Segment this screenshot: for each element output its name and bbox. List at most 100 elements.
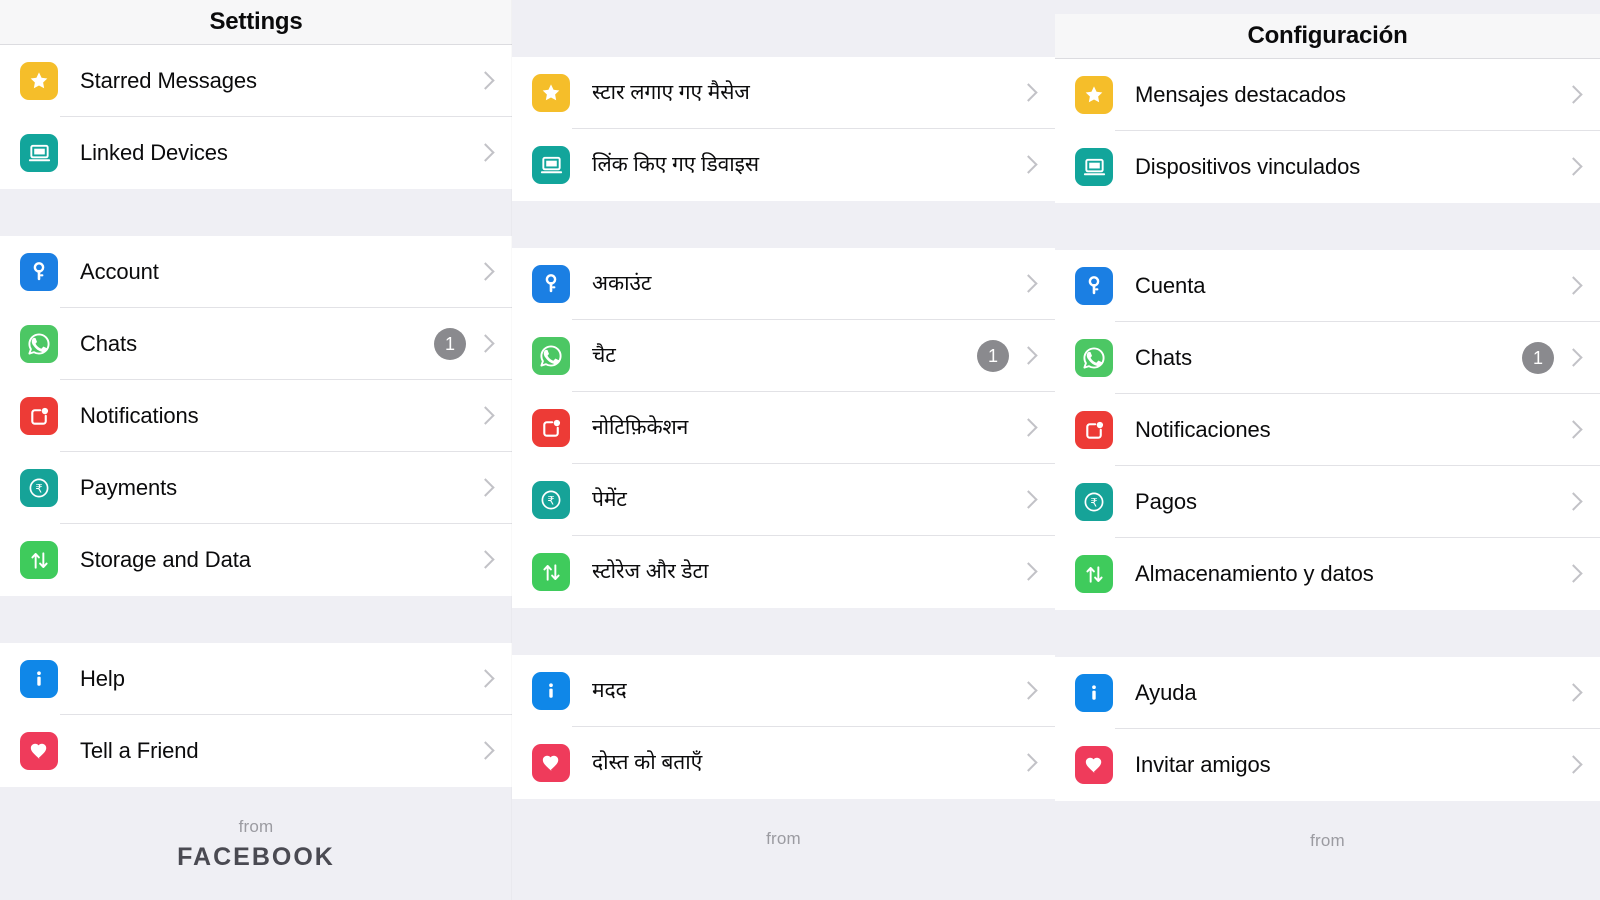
whatsapp-icon [532, 337, 570, 375]
settings-row-key[interactable]: अकाउंट [512, 248, 1055, 320]
section-gap [512, 201, 1055, 248]
footer-branding: from [512, 799, 1055, 849]
storage-icon [1075, 555, 1113, 593]
star-icon [1075, 76, 1113, 114]
status-badge: 1 [977, 340, 1009, 372]
chevron-right-icon [478, 476, 492, 500]
chevron-right-icon [478, 739, 492, 763]
settings-row-whatsapp[interactable]: Chats 1 [1055, 322, 1600, 394]
chevron-right-icon [1021, 416, 1035, 440]
settings-row-storage[interactable]: स्टोरेज और डेटा [512, 536, 1055, 608]
settings-row-info[interactable]: Ayuda [1055, 657, 1600, 729]
chevron-right-icon [1021, 560, 1035, 584]
footer-brand-label: FACEBOOK [177, 843, 335, 871]
settings-row-notifications[interactable]: Notificaciones [1055, 394, 1600, 466]
settings-row-label: Notificaciones [1135, 417, 1271, 442]
settings-row-label: Dispositivos vinculados [1135, 154, 1361, 179]
settings-row-label: Starred Messages [80, 68, 257, 93]
settings-row-whatsapp[interactable]: चैट 1 [512, 320, 1055, 392]
settings-group-group-main: अकाउंट चैट 1 नोटिफ़िकेशन ₹ पेमेंट स्टोरेज और ड… [512, 248, 1055, 608]
linked-devices-icon [532, 146, 570, 184]
chevron-right-icon [1566, 155, 1580, 179]
settings-row-label: Tell a Friend [80, 738, 199, 763]
settings-row-label: स्टोरेज और डेटा [592, 559, 709, 583]
settings-panel-english: Settings Starred Messages Linked Devices Ac… [0, 0, 512, 900]
settings-row-label: Chats [1135, 345, 1192, 370]
settings-row-linked-devices[interactable]: Dispositivos vinculados [1055, 131, 1600, 203]
linked-devices-icon [1075, 148, 1113, 186]
svg-text:₹: ₹ [35, 482, 42, 496]
settings-row-label: Invitar amigos [1135, 752, 1271, 777]
key-icon [532, 265, 570, 303]
settings-panel-spanish: Configuración Mensajes destacados Disposit… [1055, 0, 1600, 900]
chevron-right-icon [1566, 681, 1580, 705]
chevron-right-icon [1566, 753, 1580, 777]
settings-group-group-main: Account Chats 1 Notifications ₹ Payments Stora… [0, 236, 512, 596]
chevron-right-icon [1021, 679, 1035, 703]
chevron-right-icon [1021, 488, 1035, 512]
chevron-right-icon [1566, 490, 1580, 514]
settings-row-info[interactable]: मदद [512, 655, 1055, 727]
settings-row-heart[interactable]: Invitar amigos [1055, 729, 1600, 801]
section-gap [0, 596, 512, 643]
star-icon [20, 62, 58, 100]
chevron-right-icon [478, 548, 492, 572]
chevron-right-icon [1021, 153, 1035, 177]
settings-row-label: Notifications [80, 403, 199, 428]
settings-row-star[interactable]: Starred Messages [0, 45, 512, 117]
chevron-right-icon [478, 69, 492, 93]
settings-row-label: Linked Devices [80, 140, 228, 165]
settings-group-group-bottom: Ayuda Invitar amigos [1055, 657, 1600, 801]
svg-text:₹: ₹ [547, 494, 554, 508]
chevron-right-icon [478, 141, 492, 165]
section-gap [1055, 610, 1600, 657]
settings-row-heart[interactable]: Tell a Friend [0, 715, 512, 787]
chevron-right-icon [478, 332, 492, 356]
footer-branding: from FACEBOOK [0, 787, 512, 872]
chevron-right-icon [1021, 272, 1035, 296]
settings-row-rupee[interactable]: ₹ पेमेंट [512, 464, 1055, 536]
settings-group-group-top: Starred Messages Linked Devices [0, 45, 512, 189]
footer-from-label: from [1310, 831, 1345, 850]
settings-row-label: Chats [80, 331, 137, 356]
settings-row-star[interactable]: Mensajes destacados [1055, 59, 1600, 131]
settings-row-label: स्टार लगाए गए मैसेज [592, 80, 750, 104]
chevron-right-icon [1021, 81, 1035, 105]
settings-row-star[interactable]: स्टार लगाए गए मैसेज [512, 57, 1055, 129]
star-icon [532, 74, 570, 112]
key-icon [1075, 267, 1113, 305]
settings-row-storage[interactable]: Almacenamiento y datos [1055, 538, 1600, 610]
settings-row-label: Help [80, 666, 125, 691]
settings-row-notifications[interactable]: Notifications [0, 380, 512, 452]
settings-row-label: चैट [592, 343, 616, 367]
whatsapp-icon [20, 325, 58, 363]
settings-row-label: Almacenamiento y datos [1135, 561, 1374, 586]
svg-text:₹: ₹ [1090, 496, 1097, 510]
rupee-icon: ₹ [532, 481, 570, 519]
settings-row-whatsapp[interactable]: Chats 1 [0, 308, 512, 380]
settings-row-key[interactable]: Cuenta [1055, 250, 1600, 322]
storage-icon [20, 541, 58, 579]
info-icon [1075, 674, 1113, 712]
chevron-right-icon [478, 260, 492, 284]
settings-row-rupee[interactable]: ₹ Pagos [1055, 466, 1600, 538]
settings-row-label: दोस्त को बताएँ [592, 750, 703, 774]
settings-row-label: नोटिफ़िकेशन [592, 415, 689, 439]
settings-row-key[interactable]: Account [0, 236, 512, 308]
section-gap [1055, 203, 1600, 250]
settings-row-info[interactable]: Help [0, 643, 512, 715]
settings-row-label: मदद [592, 678, 627, 702]
settings-row-label: पेमेंट [592, 487, 627, 511]
settings-comparison-screenshot: Settings Starred Messages Linked Devices Ac… [0, 0, 1600, 900]
settings-group-group-top: Mensajes destacados Dispositivos vinculad… [1055, 59, 1600, 203]
settings-row-label: Pagos [1135, 489, 1197, 514]
settings-row-linked-devices[interactable]: लिंक किए गए डिवाइस [512, 129, 1055, 201]
settings-row-linked-devices[interactable]: Linked Devices [0, 117, 512, 189]
settings-row-notifications[interactable]: नोटिफ़िकेशन [512, 392, 1055, 464]
settings-row-heart[interactable]: दोस्त को बताएँ [512, 727, 1055, 799]
settings-row-label: Cuenta [1135, 273, 1206, 298]
whatsapp-icon [1075, 339, 1113, 377]
settings-row-storage[interactable]: Storage and Data [0, 524, 512, 596]
chevron-right-icon [478, 667, 492, 691]
settings-row-rupee[interactable]: ₹ Payments [0, 452, 512, 524]
